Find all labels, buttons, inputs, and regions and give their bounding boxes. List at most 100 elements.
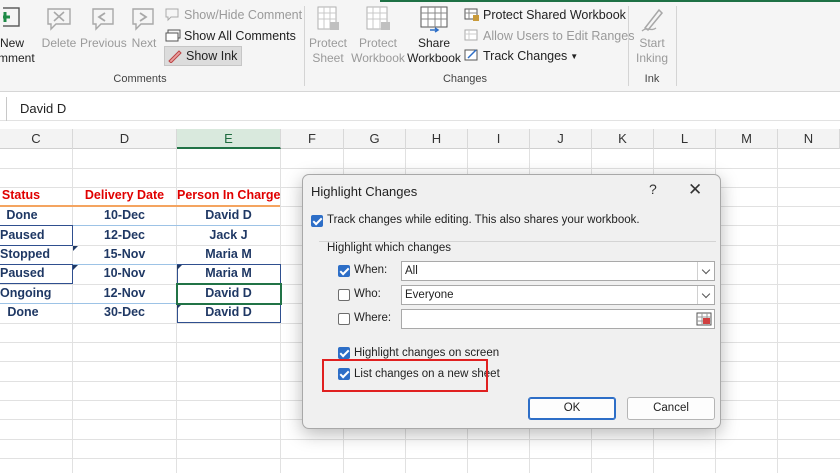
ok-button[interactable]: OK <box>528 397 616 420</box>
section-divider <box>319 241 716 242</box>
table-cell[interactable]: Done <box>0 303 46 322</box>
table-cell[interactable]: 12-Dec <box>73 226 176 245</box>
table-cell[interactable]: Ongoing <box>0 284 51 303</box>
allow-users-edit-ranges-button[interactable]: Allow Users to Edit Ranges <box>464 26 634 46</box>
table-cell[interactable]: Stopped <box>0 245 50 264</box>
group-separator <box>676 6 677 86</box>
group-separator <box>628 6 629 86</box>
name-box[interactable] <box>0 97 7 121</box>
track-changes-icon <box>464 49 478 61</box>
column-header-i[interactable]: I <box>468 129 530 149</box>
column-header-d[interactable]: D <box>73 129 177 149</box>
column-header-j[interactable]: J <box>530 129 592 149</box>
close-icon[interactable]: ✕ <box>688 180 702 200</box>
start-inking-label-1: Start <box>639 36 665 50</box>
table-cell[interactable]: 15-Nov <box>73 245 176 264</box>
ribbon-accent-line <box>380 0 840 2</box>
protect-workbook-button[interactable]: Protect Workbook <box>350 4 406 66</box>
chevron-down-icon[interactable] <box>697 262 714 280</box>
column-header-h[interactable]: H <box>406 129 468 149</box>
table-cell[interactable]: 12-Nov <box>73 284 176 303</box>
next-comment-icon <box>132 8 154 31</box>
share-workbook-label-1: Share <box>417 36 451 50</box>
table-cell[interactable]: Maria M <box>177 245 280 264</box>
new-comment-button[interactable]: New mment <box>0 4 38 66</box>
formula-bar[interactable]: David D <box>0 97 840 121</box>
annotation-highlight-box <box>322 359 488 392</box>
column-header-f[interactable]: F <box>281 129 344 149</box>
cell-border <box>0 264 73 284</box>
highlight-on-screen-checkbox[interactable] <box>338 347 350 359</box>
track-changes-button[interactable]: Track Changes ▼ <box>464 46 578 66</box>
column-header-n[interactable]: N <box>778 129 840 149</box>
ribbon: New mment Delete Previous Next Show/Hide… <box>0 0 840 92</box>
track-changes-checkbox[interactable] <box>311 215 323 227</box>
table-header-person-in-charge[interactable]: Person In Charge <box>177 186 281 205</box>
track-changes-label: Track Changes <box>483 49 568 63</box>
changes-group-label: Changes <box>442 73 488 85</box>
table-cell[interactable]: David D <box>177 206 280 225</box>
column-header-c[interactable]: C <box>0 129 73 149</box>
column-header-l[interactable]: L <box>654 129 716 149</box>
new-comment-icon <box>3 7 20 27</box>
chevron-down-icon[interactable] <box>697 286 714 304</box>
previous-label: Previous <box>80 36 127 50</box>
show-hide-comment-button[interactable]: Show/Hide Comment <box>165 5 302 25</box>
delete-comment-icon <box>47 8 71 31</box>
when-checkbox[interactable] <box>338 265 350 277</box>
share-workbook-button[interactable]: Share Workbook <box>405 4 463 66</box>
protect-workbook-label-2: Workbook <box>351 51 405 65</box>
column-header-g[interactable]: G <box>344 129 406 149</box>
who-checkbox[interactable] <box>338 289 350 301</box>
protect-workbook-icon <box>366 6 390 30</box>
pen-icon <box>641 8 664 32</box>
cell-border <box>177 303 281 323</box>
show-all-comments-button[interactable]: Show All Comments <box>165 26 296 46</box>
protect-sheet-label-1: Protect <box>308 36 347 50</box>
help-icon[interactable]: ? <box>649 181 657 197</box>
when-label: When: <box>354 264 388 276</box>
group-separator <box>304 6 305 86</box>
who-dropdown[interactable]: Everyone <box>401 285 715 305</box>
table-header-delivery-date[interactable]: Delivery Date <box>73 186 176 205</box>
table-cell[interactable]: 10-Dec <box>73 206 176 225</box>
table-header-status[interactable]: Status <box>0 186 42 205</box>
range-selector-icon[interactable] <box>695 311 713 327</box>
start-inking-button[interactable]: Start Inking <box>630 4 674 66</box>
track-changes-checkbox-label: Track changes while editing. This also s… <box>327 214 640 226</box>
where-checkbox[interactable] <box>338 313 350 325</box>
protect-sheet-button[interactable]: Protect Sheet <box>306 4 350 66</box>
column-header-k[interactable]: K <box>592 129 654 149</box>
delete-comment-button[interactable]: Delete <box>40 4 78 51</box>
when-dropdown[interactable]: All <box>401 261 715 281</box>
table-cell[interactable]: 10-Nov <box>73 264 176 283</box>
gridline <box>777 149 778 473</box>
show-all-comments-label: Show All Comments <box>184 29 296 43</box>
gridline <box>0 168 840 169</box>
protect-workbook-label-1: Protect <box>358 36 397 50</box>
show-hide-comment-label: Show/Hide Comment <box>184 8 303 22</box>
chevron-down-icon: ▼ <box>570 51 579 61</box>
protect-shared-workbook-button[interactable]: Protect Shared Workbook <box>464 5 626 25</box>
gridline <box>0 458 840 459</box>
share-workbook-icon <box>420 6 448 33</box>
previous-comment-button[interactable]: Previous <box>80 4 127 51</box>
column-header-m[interactable]: M <box>716 129 778 149</box>
start-inking-label-2: Inking <box>635 51 669 65</box>
allow-users-edit-ranges-label: Allow Users to Edit Ranges <box>483 29 635 43</box>
where-range-input[interactable] <box>401 309 715 329</box>
protect-shared-workbook-icon <box>464 8 479 21</box>
table-cell[interactable]: Done <box>0 206 44 225</box>
cancel-button[interactable]: Cancel <box>627 397 715 420</box>
table-cell[interactable]: 30-Dec <box>73 303 176 322</box>
protect-sheet-label-2: Sheet <box>312 51 344 65</box>
show-ink-label: Show Ink <box>186 49 238 63</box>
column-header-e[interactable]: E <box>177 129 281 149</box>
show-ink-button[interactable]: Show Ink <box>164 46 243 66</box>
table-cell[interactable]: Jack J <box>177 226 280 245</box>
next-comment-button[interactable]: Next <box>128 4 160 51</box>
delete-label: Delete <box>41 36 77 50</box>
highlight-section-label: Highlight which changes <box>327 242 452 254</box>
change-marker <box>73 265 78 270</box>
cell-border <box>177 264 281 284</box>
